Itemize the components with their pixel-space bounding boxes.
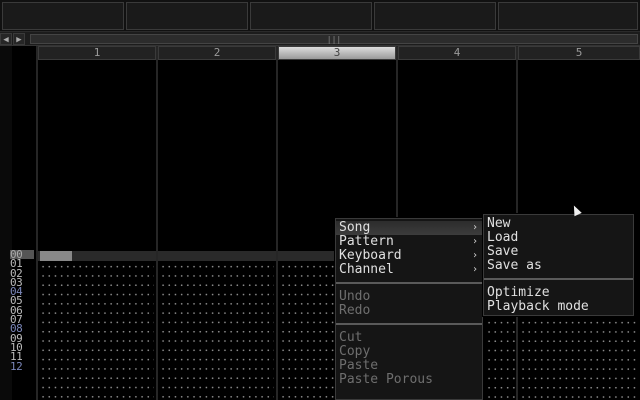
menu-item-paste[interactable]: Paste <box>336 359 482 373</box>
context-menu: Song › Pattern › Keyboard › Channel › Undo R… <box>335 218 483 400</box>
toolbar-panel-4[interactable] <box>374 2 496 30</box>
submenu-arrow-icon: › <box>471 264 478 275</box>
submenu-arrow-icon: › <box>471 222 478 233</box>
menu-item-song[interactable]: Song › <box>336 221 482 235</box>
channel-header-4[interactable]: 4 <box>398 46 516 60</box>
submenu-item-save[interactable]: Save <box>484 245 633 259</box>
submenu-item-save-as[interactable]: Save as <box>484 259 633 273</box>
menu-item-pattern[interactable]: Pattern › <box>336 235 482 249</box>
current-row-ch2[interactable] <box>158 251 276 261</box>
toolbar-panel-2[interactable] <box>126 2 248 30</box>
channel-divider <box>276 46 278 400</box>
menu-item-copy[interactable]: Copy <box>336 345 482 359</box>
scrollbar-thumb[interactable]: ||| <box>30 34 638 44</box>
channel-header-1[interactable]: 1 <box>38 46 156 60</box>
pattern-grid-ch5[interactable] <box>520 318 638 400</box>
menu-item-redo[interactable]: Redo <box>336 304 482 318</box>
pattern-grid-ch1[interactable] <box>40 262 154 400</box>
menu-item-keyboard[interactable]: Keyboard › <box>336 249 482 263</box>
menu-item-label: Pattern <box>339 234 394 249</box>
submenu-arrow-icon: › <box>471 250 478 261</box>
submenu-arrow-icon: › <box>471 236 478 247</box>
menu-separator <box>484 278 633 280</box>
menu-item-label: Channel <box>339 262 394 277</box>
menu-item-label: Song <box>339 220 371 235</box>
pattern-grid-ch2[interactable] <box>160 262 274 400</box>
menu-item-paste-porous[interactable]: Paste Porous <box>336 373 482 387</box>
channel-divider <box>156 46 158 400</box>
submenu-item-new[interactable]: New <box>484 217 633 231</box>
pattern-grid-ch3[interactable] <box>280 262 336 400</box>
submenu-item-optimize[interactable]: Optimize <box>484 286 633 300</box>
scroll-right-icon[interactable]: ▶ <box>13 33 25 45</box>
channel-divider <box>36 46 38 400</box>
menu-separator <box>336 282 482 284</box>
row-number: 12 <box>10 359 23 373</box>
toolbar-panel-5[interactable] <box>498 2 638 30</box>
pattern-grid-ch4[interactable] <box>486 318 516 400</box>
row-numbers: 00 01 02 03 04 05 06 07 08 09 10 11 12 <box>10 249 34 373</box>
menu-separator <box>336 323 482 325</box>
edit-cursor <box>40 251 72 261</box>
menu-item-undo[interactable]: Undo <box>336 290 482 304</box>
current-row-ch3[interactable] <box>278 251 336 261</box>
menu-item-channel[interactable]: Channel › <box>336 263 482 277</box>
toolbar-panel-3[interactable] <box>250 2 372 30</box>
channel-header-2[interactable]: 2 <box>158 46 276 60</box>
submenu-item-load[interactable]: Load <box>484 231 633 245</box>
submenu-item-playback-mode[interactable]: Playback mode <box>484 300 633 314</box>
toolbar-panel-1[interactable] <box>2 2 124 30</box>
song-submenu: New Load Save Save as Optimize Playback … <box>483 214 634 316</box>
channel-header-3[interactable]: 3 <box>278 46 396 60</box>
channel-header-5[interactable]: 5 <box>518 46 640 60</box>
scroll-left-icon[interactable]: ◀ <box>0 33 12 45</box>
menu-item-label: Keyboard <box>339 248 402 263</box>
menu-item-cut[interactable]: Cut <box>336 331 482 345</box>
